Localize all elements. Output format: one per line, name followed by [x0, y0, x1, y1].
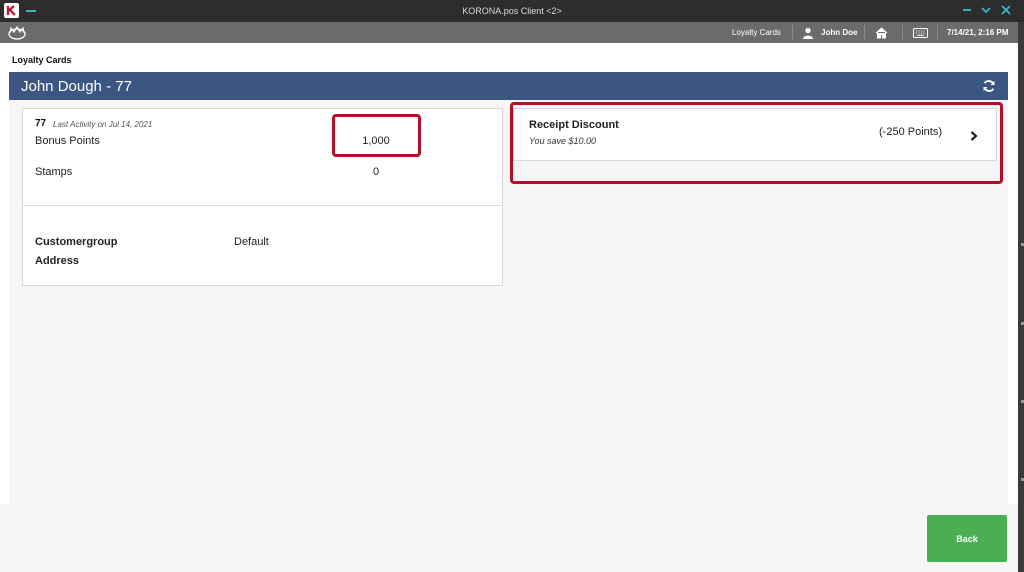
back-button[interactable]: Back	[927, 515, 1007, 562]
home-icon	[875, 26, 888, 38]
window-title: KORONA.pos Client <2>	[462, 6, 562, 16]
close-icon[interactable]	[999, 3, 1013, 17]
toolbar-divider	[937, 25, 938, 40]
page-title: Loyalty Cards	[12, 55, 72, 65]
toolbar-divider	[792, 25, 793, 40]
receipt-discount-highlight	[510, 102, 1003, 184]
refresh-icon[interactable]	[982, 79, 996, 93]
card-divider	[23, 205, 502, 206]
card-number: 77	[35, 118, 47, 129]
stamps-value: 0	[372, 166, 380, 178]
minimize-icon[interactable]	[960, 3, 974, 17]
customer-title: John Dough - 77	[21, 78, 132, 95]
stamps-label: Stamps	[35, 166, 73, 178]
window-titlebar: KORONA.pos Client <2>	[0, 0, 1024, 22]
loyalty-cards-toolbar-button[interactable]: Loyalty Cards	[732, 22, 781, 43]
customergroup-value: Default	[234, 236, 269, 248]
toolbar-divider	[902, 25, 903, 40]
address-label: Address	[35, 255, 80, 267]
app-toolbar: Loyalty Cards John Doe 7/14/21, 2:16 PM	[0, 22, 1018, 43]
user-name: John Doe	[821, 28, 858, 37]
loyalty-card-panel: 77 Last Activity on Jul 14, 2021 Bonus P…	[22, 108, 503, 286]
user-icon	[803, 27, 813, 39]
bonus-points-highlight	[332, 114, 421, 157]
korona-logo-icon[interactable]	[6, 24, 28, 42]
chevron-down-icon[interactable]	[979, 3, 993, 17]
user-menu[interactable]: John Doe	[802, 22, 857, 43]
window-right-edge	[1018, 22, 1024, 572]
customergroup-label: Customergroup	[35, 236, 118, 248]
bonus-points-label: Bonus Points	[35, 135, 100, 147]
home-button[interactable]	[875, 22, 888, 43]
keyboard-button[interactable]	[913, 22, 928, 43]
customer-header-bar: John Dough - 77	[9, 72, 1008, 100]
last-activity: Last Activity on Jul 14, 2021	[53, 120, 153, 129]
toolbar-divider	[864, 25, 865, 40]
footer-area	[0, 504, 1018, 572]
datetime-display: 7/14/21, 2:16 PM	[947, 28, 1009, 37]
keyboard-icon	[913, 27, 928, 38]
